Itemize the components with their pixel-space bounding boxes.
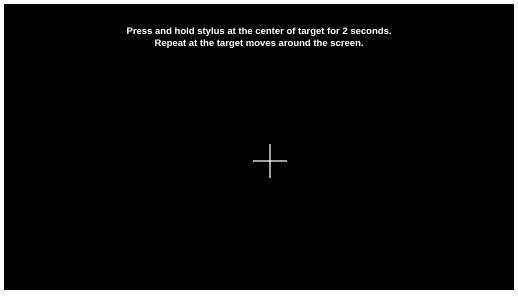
calibration-screen[interactable]: Press and hold stylus at the center of t… [4,4,514,290]
crosshair-icon [253,144,287,178]
calibration-instructions: Press and hold stylus at the center of t… [4,26,514,50]
calibration-target[interactable] [253,144,287,178]
instruction-line-1: Press and hold stylus at the center of t… [126,26,392,37]
instruction-line-2: Repeat at the target moves around the sc… [154,38,364,49]
